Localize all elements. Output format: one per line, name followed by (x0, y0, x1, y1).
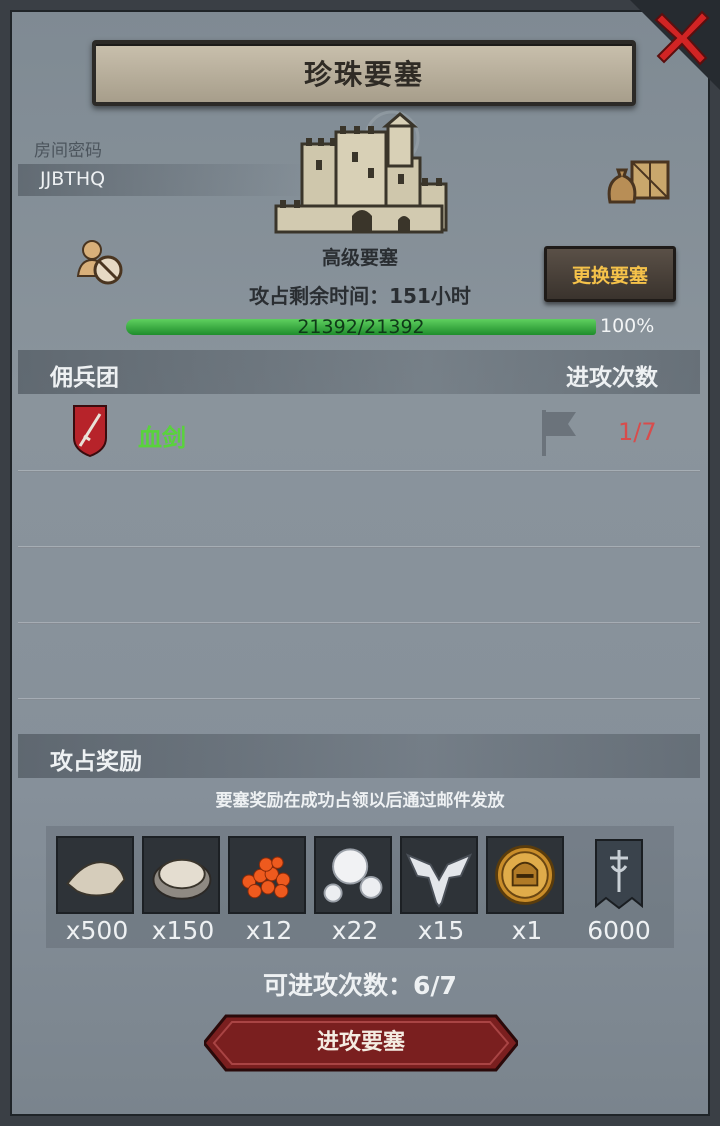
reward-item[interactable] (400, 836, 478, 914)
fortress-hp-percent: 100% (600, 315, 655, 337)
reward-qty: 6000 (587, 916, 651, 945)
fortress-hp-bar: 21392/21392 (126, 316, 596, 338)
reward-item[interactable] (314, 836, 392, 914)
reward-qty: x22 (331, 916, 379, 945)
attacks-column-header: 进攻次数 (566, 365, 658, 391)
reward-item[interactable] (228, 836, 306, 914)
row-divider (18, 470, 700, 472)
reward-qty: x500 (65, 916, 129, 945)
knight-helmet-coin-icon (495, 845, 555, 905)
guild-banner-icon (595, 839, 643, 910)
guild-name: 血剑 (138, 424, 186, 452)
wing-emblem-icon (405, 853, 473, 908)
remaining-time-unit: 小时 (430, 284, 471, 308)
row-divider (18, 698, 700, 700)
reward-qty: x12 (245, 916, 293, 945)
row-divider (18, 546, 700, 548)
available-attacks: 可进攻次数：6/7 (263, 971, 457, 1000)
attack-fortress-label: 进攻要塞 (316, 1030, 405, 1055)
rewards-title: 攻占奖励 (50, 749, 142, 775)
fortress-hp-text: 21392/21392 (297, 316, 425, 338)
rewards-note: 要塞奖励在成功占领以后通过邮件发放 (215, 791, 505, 811)
close-button[interactable] (652, 6, 712, 66)
change-fortress-label: 更换要塞 (571, 264, 648, 287)
castle-icon (272, 108, 448, 238)
reward-item[interactable] (142, 836, 220, 914)
attack-fortress-button[interactable]: 进攻要塞 (202, 1014, 520, 1072)
fish-roe-icon (241, 856, 291, 899)
reward-qty: x15 (417, 916, 465, 945)
sword-shield-icon (72, 404, 108, 458)
reward-qty: x150 (151, 916, 215, 945)
close-icon (654, 10, 710, 66)
remaining-time-value: 151 (389, 284, 431, 308)
remaining-time: 攻占剩余时间：151小时 (160, 280, 560, 309)
reward-qty: x1 (511, 916, 543, 945)
salt-pile-icon (66, 861, 126, 897)
change-fortress-button[interactable]: 更换要塞 (544, 246, 676, 302)
page-title: 珍珠要塞 (303, 58, 424, 91)
room-password-label: 房间密码 (34, 141, 102, 161)
loot-bag-crate-icon[interactable] (604, 154, 672, 208)
row-divider (18, 622, 700, 624)
remaining-time-label: 攻占剩余时间： (249, 284, 390, 308)
title-banner: 珍珠要塞 (92, 40, 636, 106)
guild-column-header: 佣兵团 (50, 365, 119, 391)
reward-item[interactable] (486, 836, 564, 914)
no-user-icon[interactable] (74, 236, 126, 288)
room-password-value: JJBTHQ (40, 168, 106, 190)
fortress-level: 高级要塞 (321, 247, 398, 269)
oyster-icon (152, 858, 212, 900)
reward-item[interactable] (56, 836, 134, 914)
pearl-icon (323, 848, 383, 903)
guild-attack-count: 1/7 (618, 418, 657, 446)
reward-item[interactable] (594, 836, 644, 914)
flag-icon (538, 408, 578, 456)
